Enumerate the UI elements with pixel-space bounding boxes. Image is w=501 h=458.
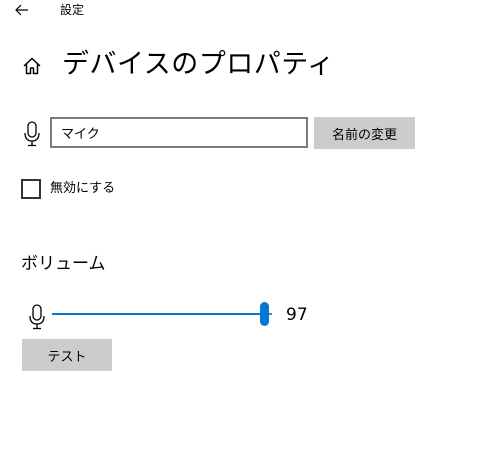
volume-microphone-icon <box>27 304 47 330</box>
settings-window: 設定 デバイスのプロパティ 名前の変更 無効にする ボリューム <box>0 0 501 458</box>
volume-value: 97 <box>286 305 308 325</box>
home-icon[interactable] <box>21 55 43 77</box>
volume-slider-thumb[interactable] <box>260 302 269 326</box>
volume-slider[interactable] <box>52 300 272 328</box>
back-arrow-icon[interactable] <box>12 0 32 20</box>
microphone-icon <box>22 121 42 147</box>
disable-checkbox[interactable] <box>21 179 41 199</box>
device-name-input[interactable] <box>50 117 308 148</box>
rename-button[interactable]: 名前の変更 <box>314 117 415 149</box>
test-button[interactable]: テスト <box>22 339 112 371</box>
disable-device-checkbox-row[interactable]: 無効にする <box>21 178 115 200</box>
volume-slider-fill <box>52 313 265 315</box>
volume-heading: ボリューム <box>21 254 106 274</box>
app-title: 設定 <box>60 3 85 17</box>
page-title: デバイスのプロパティ <box>62 49 335 80</box>
disable-label: 無効にする <box>50 181 116 196</box>
